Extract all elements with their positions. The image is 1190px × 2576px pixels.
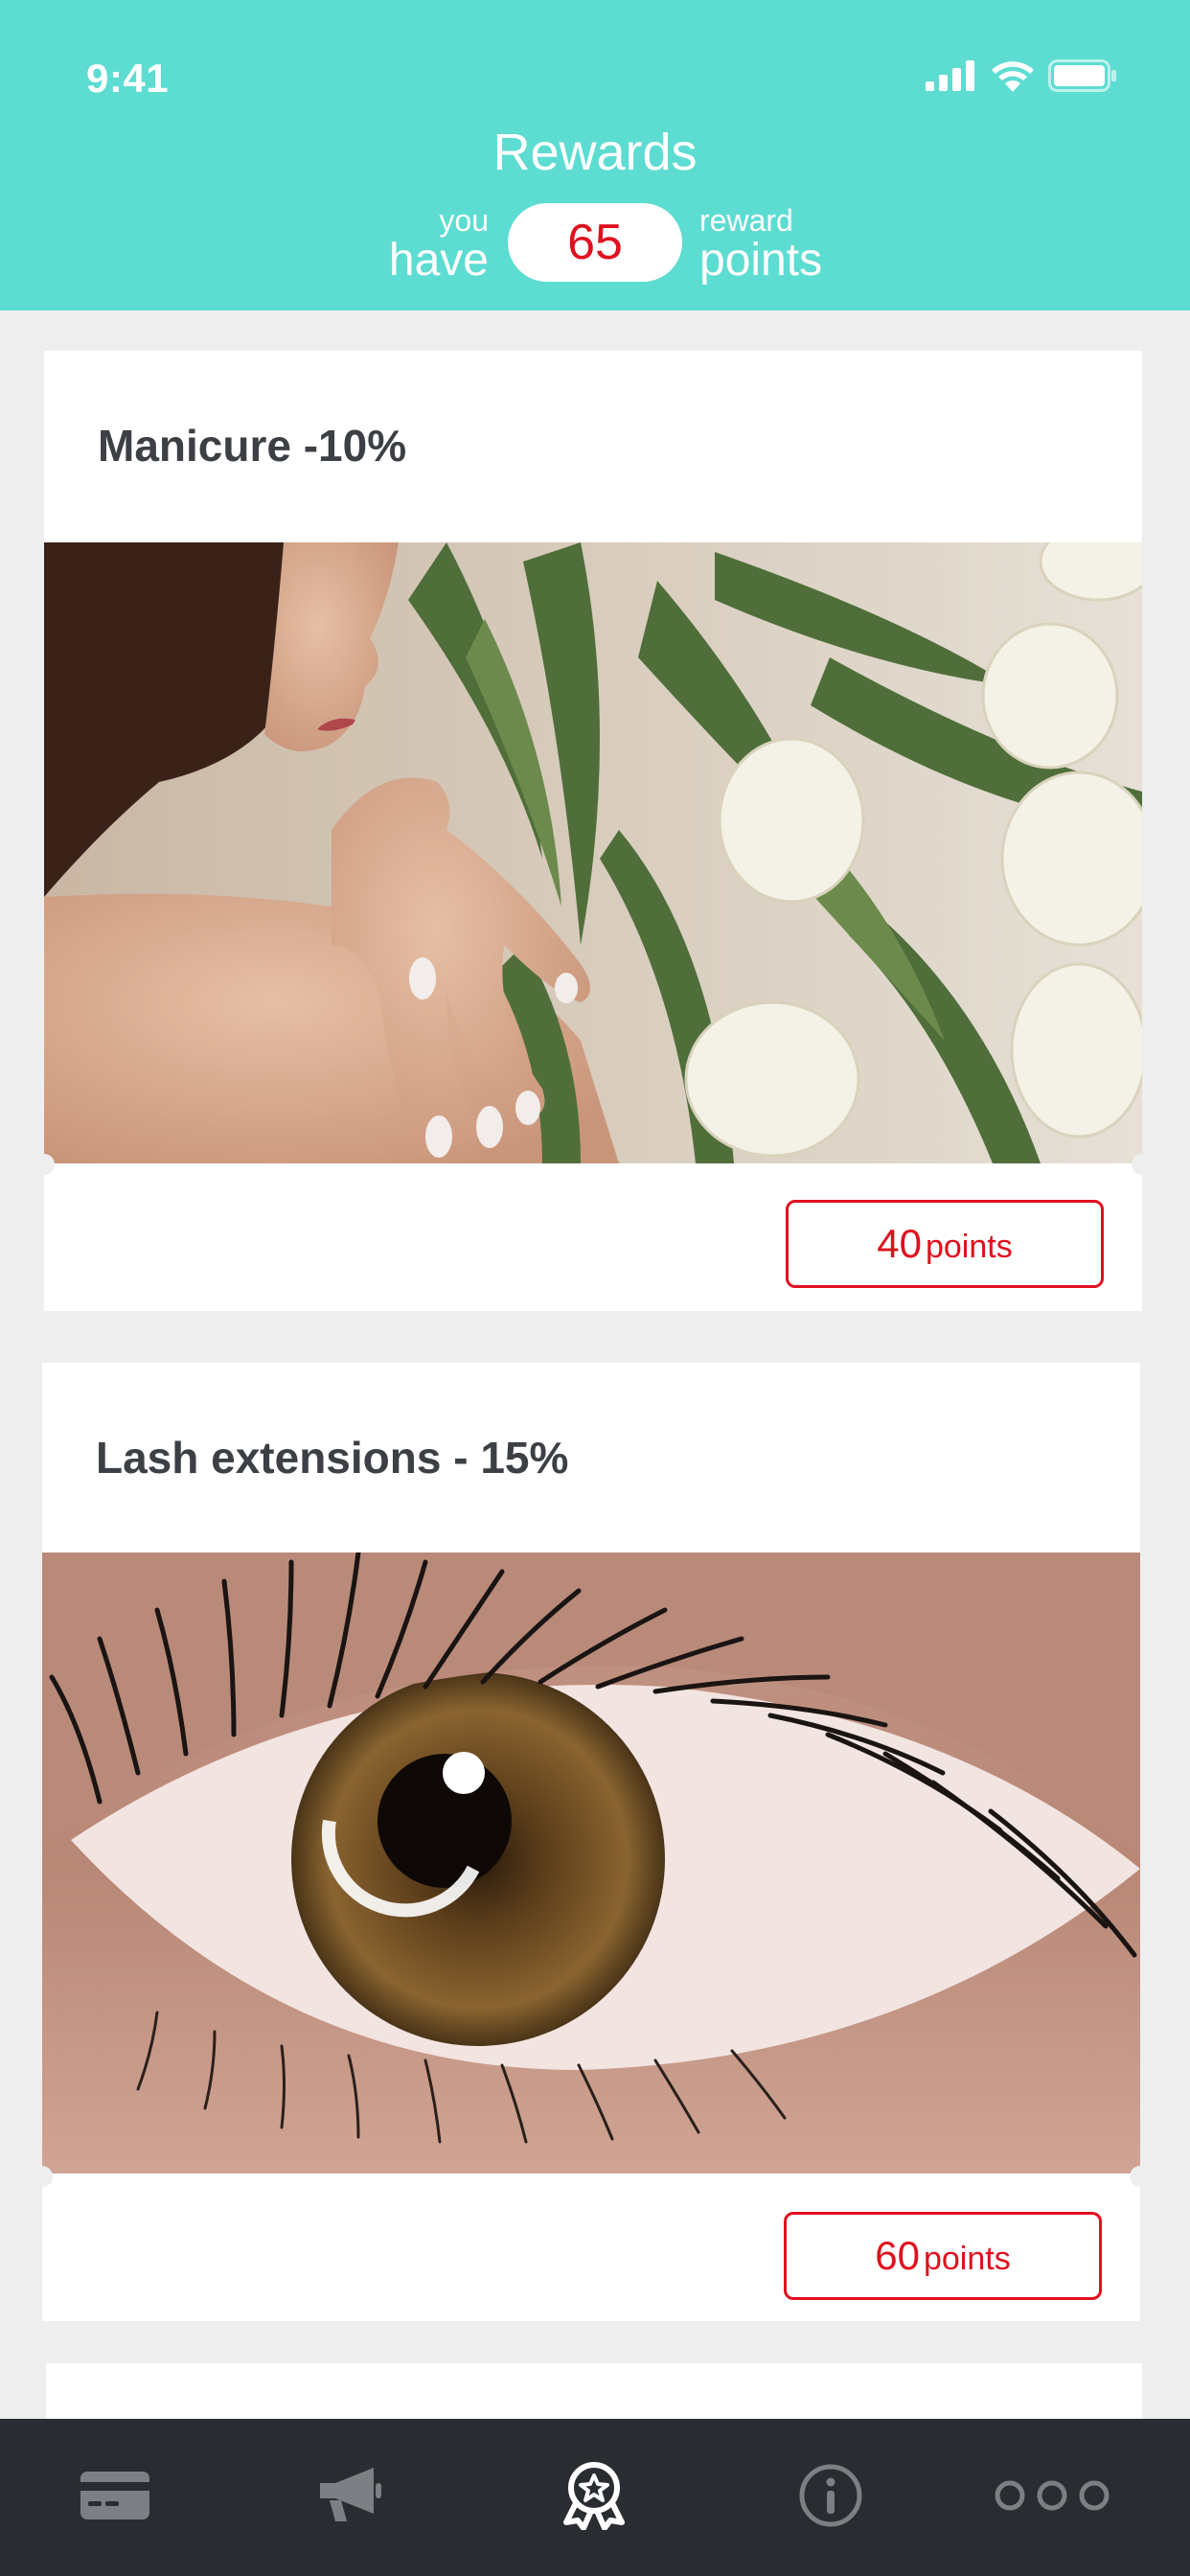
reward-card[interactable]: [46, 2363, 1142, 2421]
ticket-notch: [34, 1154, 55, 1175]
redeem-button[interactable]: 60 points: [784, 2212, 1102, 2300]
page-title: Rewards: [492, 124, 698, 181]
you-label: you: [439, 203, 489, 238]
ticket-edge: [44, 1309, 1142, 1319]
card-icon: [80, 2471, 149, 2524]
wifi-icon: [991, 59, 1035, 97]
reward-card[interactable]: Manicure -10% 40 points: [34, 351, 1153, 1319]
redeem-button[interactable]: 40 points: [786, 1200, 1104, 1288]
header: 9:41 Rewards you have 65 reward points: [0, 0, 1190, 310]
reward-card[interactable]: Lash extensions - 15% 60 points: [32, 1363, 1151, 2329]
cost-value: 40: [877, 1221, 922, 1266]
megaphone-icon: [318, 2466, 383, 2530]
tab-more[interactable]: [975, 2419, 1129, 2576]
signal-icon: [926, 60, 977, 96]
reward-title: Lash extensions - 15%: [96, 1433, 569, 1483]
manicure-photo: [44, 542, 1142, 1163]
more-icon: [993, 2478, 1111, 2518]
cost-value: 60: [875, 2233, 920, 2278]
tab-rewards[interactable]: [517, 2419, 671, 2576]
cost-unit: points: [923, 2241, 1011, 2277]
award-icon: [561, 2461, 628, 2535]
tab-bar: [0, 2419, 1190, 2576]
you-have-label: you have: [389, 205, 489, 284]
have-label: have: [388, 235, 489, 286]
status-icons: [926, 59, 1117, 97]
battery-icon: [1048, 59, 1117, 97]
status-time: 9:41: [86, 56, 170, 101]
cost-unit: points: [925, 1229, 1013, 1265]
points-summary: you have 65 reward points: [0, 201, 1190, 284]
points-balance: 65: [508, 203, 682, 282]
points-label: points: [699, 235, 823, 286]
ticket-notch: [1130, 2166, 1151, 2187]
reward-label: reward: [699, 203, 793, 238]
ticket-notch: [1132, 1154, 1153, 1175]
lash-photo: [42, 1552, 1140, 2174]
reward-points-label: reward points: [699, 205, 822, 284]
ticket-notch: [32, 2166, 53, 2187]
tab-card[interactable]: [38, 2419, 192, 2576]
tab-info[interactable]: [754, 2419, 907, 2576]
tab-news[interactable]: [274, 2419, 427, 2576]
ticket-edge: [42, 2319, 1140, 2329]
reward-title: Manicure -10%: [98, 421, 407, 471]
info-icon: [798, 2463, 863, 2533]
